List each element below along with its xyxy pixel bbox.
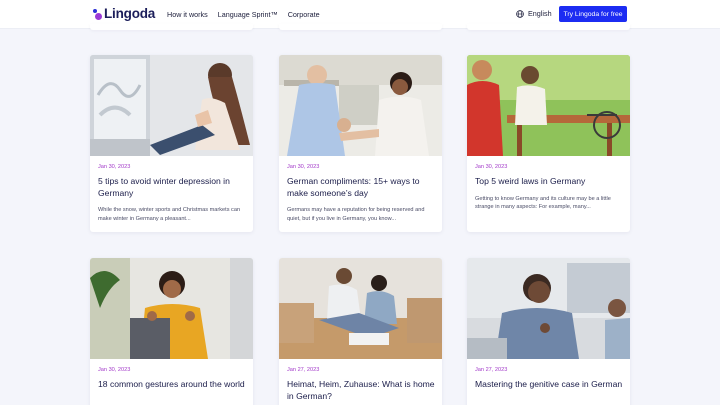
article-excerpt: Getting to know Germany and its culture … — [475, 195, 611, 211]
article-date: Jan 27, 2023 — [475, 367, 508, 373]
article-image-home — [279, 258, 442, 359]
article-card[interactable]: Jan 30, 2023 Top 5 weird laws in Germany… — [467, 55, 630, 232]
article-title[interactable]: 5 tips to avoid winter depression in Ger… — [98, 176, 246, 199]
nav-corporate[interactable]: Corporate — [288, 10, 320, 19]
language-selector[interactable]: English — [516, 9, 552, 18]
article-image-compliments — [279, 55, 442, 156]
logo-icon — [93, 8, 102, 20]
previous-card-edge — [90, 24, 253, 30]
previous-card-edge — [467, 24, 630, 30]
article-title[interactable]: 18 common gestures around the world — [98, 379, 246, 391]
nav-how-it-works[interactable]: How it works — [167, 10, 208, 19]
article-date: Jan 30, 2023 — [98, 164, 131, 170]
article-title[interactable]: Heimat, Heim, Zuhause: What is home in G… — [287, 379, 435, 402]
article-title[interactable]: Mastering the genitive case in German — [475, 379, 623, 391]
article-title[interactable]: Top 5 weird laws in Germany — [475, 176, 623, 188]
previous-card-edge — [279, 24, 442, 30]
lingoda-logo[interactable]: Lingoda — [93, 6, 155, 21]
article-card[interactable]: Jan 30, 2023 German compliments: 15+ way… — [279, 55, 442, 232]
article-card[interactable]: Jan 30, 2023 18 common gestures around t… — [90, 258, 253, 405]
article-excerpt: Germans may have a reputation for being … — [287, 207, 425, 222]
nav-language-sprint[interactable]: Language Sprint™ — [218, 10, 278, 19]
article-card[interactable]: Jan 27, 2023 Heimat, Heim, Zuhause: What… — [279, 258, 442, 405]
article-image-germany-laws — [467, 55, 630, 156]
try-free-button[interactable]: Try Lingoda for free — [559, 6, 627, 22]
article-image-genitive — [467, 258, 630, 359]
language-label: English — [528, 9, 552, 18]
article-image-gestures — [90, 258, 253, 359]
article-date: Jan 27, 2023 — [287, 367, 320, 373]
article-title[interactable]: German compliments: 15+ ways to make som… — [287, 176, 435, 199]
article-date: Jan 30, 2023 — [98, 367, 131, 373]
article-excerpt: While the snow, winter sports and Christ… — [98, 207, 241, 222]
article-date: Jan 30, 2023 — [475, 164, 508, 170]
article-card[interactable]: Jan 30, 2023 5 tips to avoid winter depr… — [90, 55, 253, 232]
globe-icon — [516, 9, 524, 18]
main-nav: How it works Language Sprint™ Corporate — [167, 10, 330, 19]
logo-text: Lingoda — [104, 6, 156, 21]
article-date: Jan 30, 2023 — [287, 164, 320, 170]
article-card[interactable]: Jan 27, 2023 Mastering the genitive case… — [467, 258, 630, 405]
article-image-winter — [90, 55, 253, 156]
